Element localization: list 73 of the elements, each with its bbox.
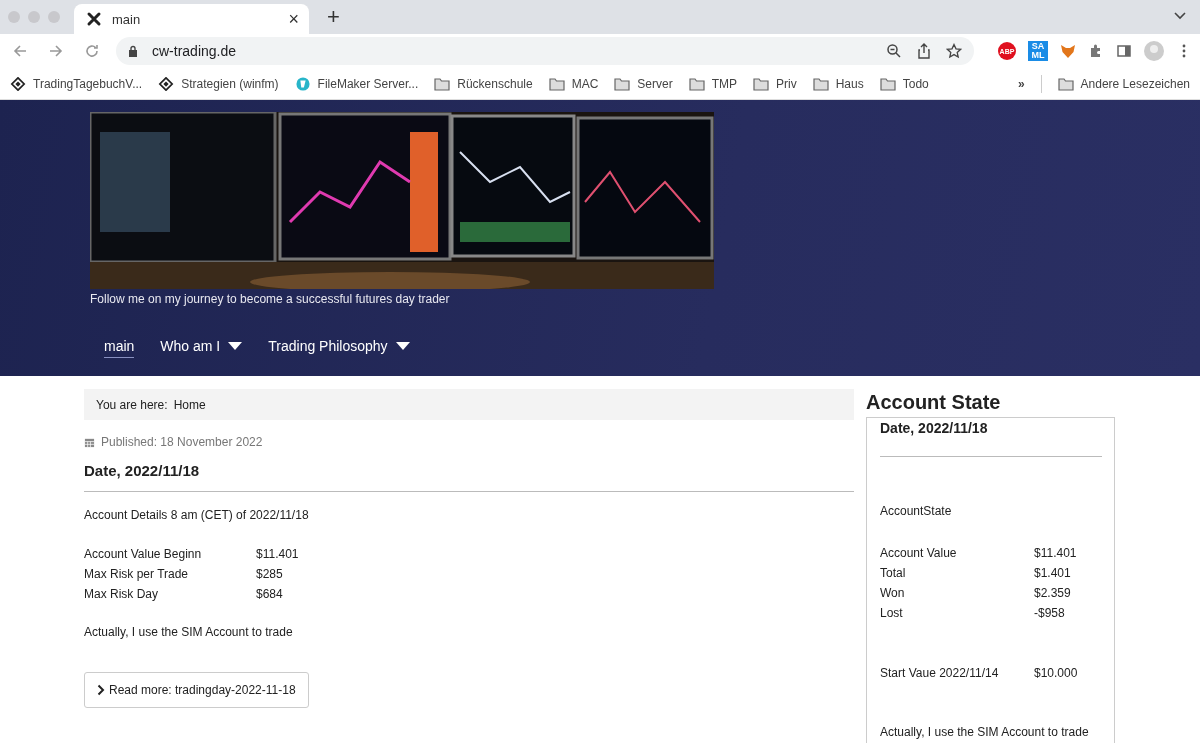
folder-icon xyxy=(1057,76,1074,91)
folder-icon xyxy=(434,76,451,91)
table-cell-text: Account Value xyxy=(880,546,958,560)
sidebar-heading: Account State xyxy=(866,390,1002,415)
table-cell: $11.401 xyxy=(256,547,299,561)
table-cell-text: Won xyxy=(880,586,906,600)
more-bookmarks-button[interactable]: » xyxy=(1017,76,1025,91)
table-cell-text: Max Risk Day xyxy=(84,587,159,601)
article-title[interactable]: Date, 2022/11/18 xyxy=(84,462,854,479)
card-note: Actually, I use the SIM Account to trade xyxy=(880,725,1090,739)
fox-icon[interactable] xyxy=(1060,43,1076,59)
card-title: Date, 2022/11/18 xyxy=(880,420,989,436)
site-tagline: Follow me on my journey to become a successful futures day trader xyxy=(90,292,451,306)
breadcrumb-link[interactable]: Home xyxy=(173,397,206,412)
share-icon[interactable] xyxy=(916,43,932,59)
table-cell-text: Account Value Beginn xyxy=(84,547,203,561)
bookmark-item[interactable]: MAC xyxy=(548,76,599,91)
forward-icon[interactable] xyxy=(48,43,64,59)
bookmark-item[interactable]: FileMaker Server... xyxy=(294,76,419,91)
nav-menu-item[interactable]: main xyxy=(104,338,135,358)
app-logo-icon xyxy=(294,76,311,91)
folder-icon xyxy=(548,76,565,91)
table-cell: $1.401 xyxy=(1034,566,1071,580)
table-cell-text: Total xyxy=(880,566,907,580)
table-cell: $2.359 xyxy=(1034,586,1071,600)
table-cell: $10.000 xyxy=(1034,666,1078,680)
bookmark-item[interactable]: Strategien (winfm) xyxy=(158,76,279,91)
diamond-icon xyxy=(10,76,26,91)
address-bar[interactable]: cw-trading.de xyxy=(116,37,974,65)
table-cell: $11.401 xyxy=(1034,546,1077,560)
bookmark-item[interactable]: Todo xyxy=(879,76,929,91)
read-more-button[interactable]: Read more: tradingday-2022-11-18 xyxy=(84,672,309,708)
folder-icon xyxy=(753,76,769,91)
nav-menu-item[interactable]: Who am I xyxy=(160,338,243,358)
table-cell: -$958 xyxy=(1034,606,1065,620)
side-panel-icon[interactable] xyxy=(1116,43,1132,59)
reload-icon[interactable] xyxy=(84,43,100,59)
bookmark-star-icon[interactable] xyxy=(946,43,962,59)
article-note: Actually, I use the SIM Account to trade xyxy=(84,625,294,639)
bookmark-item[interactable]: TMP xyxy=(688,76,737,91)
table-cell-text: Lost xyxy=(880,606,904,620)
lock-icon xyxy=(128,45,138,57)
bookmark-item[interactable]: Haus xyxy=(812,76,864,91)
close-tab-button[interactable]: × xyxy=(288,8,299,30)
folder-icon xyxy=(614,76,631,91)
back-icon[interactable] xyxy=(12,43,28,59)
bookmark-item[interactable]: Rückenschule xyxy=(434,76,533,91)
bookmark-item[interactable]: Priv xyxy=(753,76,797,91)
tab-list-icon[interactable] xyxy=(1174,12,1186,20)
calendar-icon xyxy=(84,436,95,448)
article-intro: Account Details 8 am (CET) of 2022/11/18 xyxy=(84,508,310,522)
folder-icon xyxy=(688,76,705,91)
other-bookmarks-item[interactable]: Andere Lesezeichen xyxy=(1057,76,1190,91)
published-date: Published: 18 November 2022 xyxy=(101,435,263,449)
folder-icon xyxy=(812,76,829,91)
bookmark-item[interactable]: Server xyxy=(614,76,673,91)
diamond-icon xyxy=(158,76,175,91)
saml-extension-button[interactable]: SA ML xyxy=(1028,41,1048,61)
zoom-out-icon[interactable] xyxy=(886,43,902,59)
table-cell-text: Max Risk per Trade xyxy=(84,567,190,581)
card-subtitle: AccountState xyxy=(880,504,953,518)
folder-icon xyxy=(879,76,896,91)
bookmark-item[interactable]: TradingTagebuchV... xyxy=(10,76,143,91)
site-logo-icon xyxy=(86,11,102,27)
nav-menu-item[interactable]: Trading Philosophy xyxy=(268,338,410,358)
avatar-icon[interactable] xyxy=(1144,41,1164,61)
breadcrumb-label: You are here: xyxy=(96,397,168,412)
chevron-icon xyxy=(97,684,105,696)
table-cell: $684 xyxy=(256,587,283,601)
browser-tab[interactable]: main × xyxy=(74,4,309,34)
table-cell: $285 xyxy=(256,567,283,581)
new-tab-button[interactable]: + xyxy=(327,4,340,30)
table-cell-text: Start Vaue 2022/11/14 xyxy=(880,666,1000,680)
